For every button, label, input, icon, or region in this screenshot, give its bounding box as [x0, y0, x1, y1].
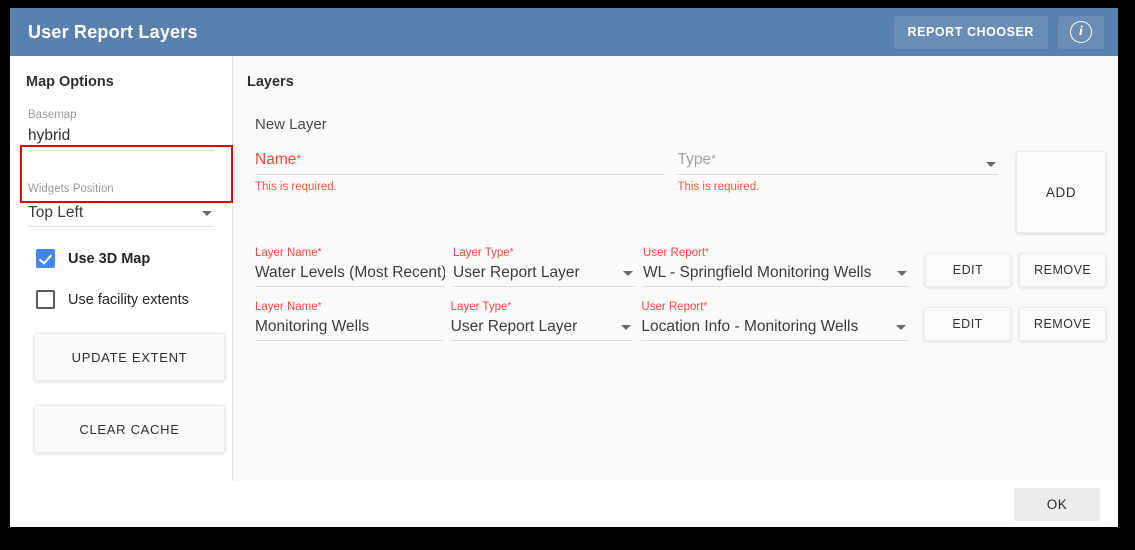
- basemap-input[interactable]: hybrid: [28, 121, 214, 151]
- layer-name-value: Monitoring Wells: [255, 318, 443, 336]
- layer-type-label: Layer Type*: [453, 247, 635, 259]
- use-facility-extents-label: Use facility extents: [68, 292, 189, 308]
- map-options-heading: Map Options: [26, 74, 216, 90]
- dialog-body: Map Options Basemap hybrid Widgets Posit…: [10, 56, 1118, 481]
- widgets-position-select[interactable]: Top Left: [28, 199, 214, 227]
- new-layer-name-error: This is required.: [255, 181, 665, 193]
- required-marker: *: [507, 301, 511, 312]
- layer-type-label: Layer Type*: [451, 301, 634, 313]
- new-layer-name-label: Name*: [255, 151, 665, 175]
- new-layer-name-field[interactable]: Name* This is required.: [255, 151, 665, 193]
- basemap-label: Basemap: [28, 109, 214, 121]
- user-report-label: User Report*: [641, 301, 908, 313]
- layer-type-field[interactable]: Layer Type* User Report Layer: [451, 301, 634, 341]
- page-title: User Report Layers: [28, 22, 894, 43]
- user-report-select[interactable]: Location Info - Monitoring Wells: [641, 316, 908, 341]
- new-layer-title: New Layer: [247, 116, 1106, 133]
- basemap-field[interactable]: Basemap hybrid: [26, 109, 216, 151]
- widgets-position-field: Widgets Position Top Left: [26, 183, 216, 227]
- use-3d-map-checkbox-row[interactable]: Use 3D Map: [26, 249, 216, 268]
- use-facility-extents-checkbox[interactable]: [36, 290, 55, 309]
- new-layer-type-label-text: Type: [677, 151, 711, 168]
- layer-type-value: User Report Layer: [453, 264, 623, 282]
- report-chooser-button[interactable]: REPORT CHOOSER: [894, 16, 1048, 49]
- edit-button[interactable]: EDIT: [924, 307, 1011, 341]
- ok-button[interactable]: OK: [1014, 488, 1100, 521]
- user-report-value: Location Info - Monitoring Wells: [641, 318, 896, 336]
- table-row: Layer Name* Water Levels (Most Recent) L…: [247, 247, 1106, 287]
- use-facility-extents-checkbox-row[interactable]: Use facility extents: [26, 290, 216, 309]
- required-marker: *: [318, 247, 322, 258]
- user-report-select[interactable]: WL - Springfield Monitoring Wells: [643, 262, 909, 287]
- required-marker: *: [703, 301, 707, 312]
- add-button[interactable]: ADD: [1016, 151, 1106, 233]
- chevron-down-icon: [897, 271, 907, 276]
- chevron-down-icon: [202, 211, 212, 216]
- layer-name-field[interactable]: Layer Name* Water Levels (Most Recent): [255, 247, 445, 287]
- layers-panel: Layers New Layer Name* This is required.…: [233, 56, 1118, 481]
- required-marker: *: [711, 152, 716, 166]
- layer-name-input-line[interactable]: Water Levels (Most Recent): [255, 262, 445, 287]
- edit-button[interactable]: EDIT: [925, 253, 1012, 287]
- layer-type-label-text: Layer Type: [451, 301, 508, 313]
- use-3d-map-checkbox[interactable]: [36, 249, 55, 268]
- info-icon: i: [1070, 21, 1092, 43]
- info-button[interactable]: i: [1058, 16, 1104, 49]
- user-report-field[interactable]: User Report* Location Info - Monitoring …: [641, 301, 908, 341]
- map-options-panel: Map Options Basemap hybrid Widgets Posit…: [10, 56, 233, 481]
- new-layer-type-field[interactable]: Type* This is required.: [677, 151, 998, 193]
- layer-name-input-line[interactable]: Monitoring Wells: [255, 316, 443, 341]
- layer-type-value: User Report Layer: [451, 318, 622, 336]
- chevron-down-icon: [896, 325, 906, 330]
- user-report-label: User Report*: [643, 247, 909, 259]
- layers-heading: Layers: [247, 74, 1106, 90]
- required-marker: *: [296, 152, 301, 166]
- new-layer-type-select[interactable]: Type*: [677, 151, 998, 175]
- new-layer-name-label-text: Name: [255, 151, 296, 168]
- dialog-footer: OK: [10, 481, 1118, 527]
- required-marker: *: [510, 247, 514, 258]
- table-row: Layer Name* Monitoring Wells Layer Type*…: [247, 301, 1106, 341]
- user-report-label-text: User Report: [641, 301, 703, 313]
- chevron-down-icon: [621, 325, 631, 330]
- user-report-layers-dialog: User Report Layers REPORT CHOOSER i Map …: [10, 8, 1118, 527]
- chevron-down-icon: [986, 162, 996, 167]
- layer-name-field[interactable]: Layer Name* Monitoring Wells: [255, 301, 443, 341]
- required-marker: *: [705, 247, 709, 258]
- layer-type-label-text: Layer Type: [453, 247, 510, 259]
- dialog-header: User Report Layers REPORT CHOOSER i: [10, 8, 1118, 56]
- layer-type-field[interactable]: Layer Type* User Report Layer: [453, 247, 635, 287]
- layer-type-select[interactable]: User Report Layer: [453, 262, 635, 287]
- widgets-position-value: Top Left: [28, 204, 202, 222]
- chevron-down-icon: [623, 271, 633, 276]
- user-report-label-text: User Report: [643, 247, 705, 259]
- required-marker: *: [318, 301, 322, 312]
- remove-button[interactable]: REMOVE: [1019, 253, 1106, 287]
- user-report-field[interactable]: User Report* WL - Springfield Monitoring…: [643, 247, 909, 287]
- layer-name-label: Layer Name*: [255, 247, 445, 259]
- layer-name-value: Water Levels (Most Recent): [255, 264, 445, 282]
- layer-name-label-text: Layer Name: [255, 301, 318, 313]
- new-layer-type-error: This is required.: [677, 181, 998, 193]
- remove-button[interactable]: REMOVE: [1019, 307, 1106, 341]
- layer-name-label-text: Layer Name: [255, 247, 318, 259]
- layer-name-label: Layer Name*: [255, 301, 443, 313]
- update-extent-button[interactable]: UPDATE EXTENT: [34, 333, 225, 381]
- new-layer-type-label: Type*: [677, 151, 986, 174]
- widgets-position-label: Widgets Position: [28, 183, 214, 195]
- use-3d-map-label: Use 3D Map: [68, 251, 150, 267]
- clear-cache-button[interactable]: CLEAR CACHE: [34, 405, 225, 453]
- user-report-value: WL - Springfield Monitoring Wells: [643, 264, 897, 282]
- layer-type-select[interactable]: User Report Layer: [451, 316, 634, 341]
- new-layer-form: Name* This is required. Type* This is re…: [247, 151, 1106, 233]
